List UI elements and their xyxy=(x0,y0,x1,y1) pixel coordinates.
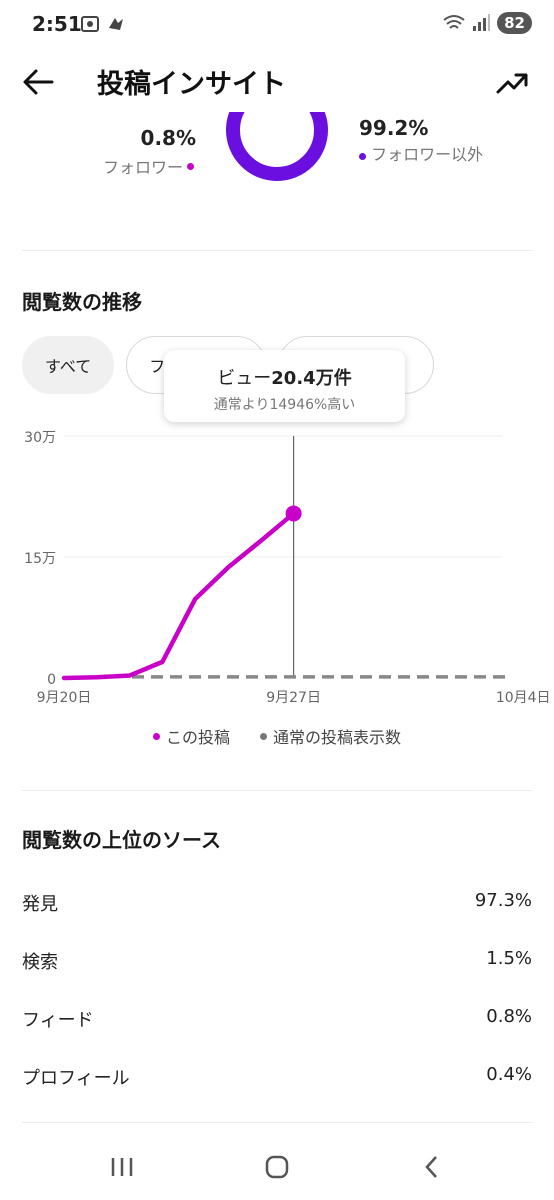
home-button[interactable] xyxy=(257,1152,297,1182)
source-value: 0.4% xyxy=(486,1064,532,1085)
non-followers-dot xyxy=(359,153,366,160)
app-bar: 投稿インサイト xyxy=(0,52,554,112)
status-notification-icons xyxy=(80,14,126,34)
legend-typical-label: 通常の投稿表示数 xyxy=(273,728,402,747)
legend-this-post-dot xyxy=(152,732,160,740)
non-followers-percent: 99.2% xyxy=(359,116,429,140)
divider xyxy=(22,790,532,791)
status-right-icons: 82 xyxy=(443,12,532,34)
chart-legend: この投稿 通常の投稿表示数 xyxy=(0,724,554,748)
app-notification-icon xyxy=(109,18,123,30)
chart-tooltip: ビュー20.4万件 通常より14946%高い xyxy=(164,350,405,422)
source-label: 検索 xyxy=(22,952,58,973)
source-label: プロフィール xyxy=(22,1068,130,1089)
source-label: 発見 xyxy=(22,894,58,915)
highlight-point xyxy=(285,505,302,522)
views-trend-title: 閲覧数の推移 xyxy=(22,290,142,314)
status-bar: 2:51 82 xyxy=(0,0,554,52)
followers-dot xyxy=(187,162,194,170)
back-chevron-icon xyxy=(425,1156,437,1178)
legend-typical: 通常の投稿表示数 xyxy=(260,724,401,748)
sources-title: 閲覧数の上位のソース xyxy=(22,828,221,852)
legend-this-post: この投稿 xyxy=(152,724,230,748)
tooltip-main: ビュー20.4万件 xyxy=(164,364,405,390)
status-time: 2:51 xyxy=(32,12,82,36)
back-button[interactable] xyxy=(20,64,56,100)
followers-label: フォロワー xyxy=(102,158,183,177)
source-label: フィード xyxy=(22,1010,94,1031)
followers-legend: フォロワー xyxy=(103,154,194,178)
tooltip-sub: 通常より14946%高い xyxy=(213,397,356,413)
system-nav-bar xyxy=(0,1130,554,1200)
divider xyxy=(22,1122,532,1123)
filter-chip-all[interactable]: すべて xyxy=(22,336,115,394)
x-tick-label: 9月20日 xyxy=(37,690,92,706)
x-tick-label: 9月27日 xyxy=(266,690,321,706)
back-nav-button[interactable] xyxy=(412,1152,452,1182)
recent-apps-icon xyxy=(111,1158,133,1176)
trend-button[interactable] xyxy=(494,64,530,100)
screenshot-icon xyxy=(81,16,99,32)
this-post-series-line xyxy=(61,511,296,681)
source-row: フィード 0.8% xyxy=(22,1006,532,1032)
non-followers-label: フォロワー以外 xyxy=(371,145,484,164)
divider xyxy=(22,250,532,251)
y-tick-label: 15万 xyxy=(24,551,56,567)
x-tick-label: 10月4日 xyxy=(496,690,551,706)
y-tick-label: 30万 xyxy=(24,430,56,446)
source-row: 検索 1.5% xyxy=(22,948,532,974)
trending-up-icon xyxy=(496,73,528,94)
legend-typical-dot xyxy=(260,732,267,740)
battery-indicator: 82 xyxy=(497,12,532,34)
page-title: 投稿インサイト xyxy=(97,69,286,100)
recent-apps-button[interactable] xyxy=(102,1152,142,1182)
source-row: 発見 97.3% xyxy=(22,890,532,916)
followers-percent: 0.8% xyxy=(140,126,196,150)
legend-this-post-label: この投稿 xyxy=(165,728,230,747)
arrow-left-icon xyxy=(23,69,54,95)
audience-breakdown: 0.8% フォロワー 99.2% フォロワー以外 xyxy=(0,112,554,252)
source-row: プロフィール 0.4% xyxy=(22,1064,532,1090)
tooltip-prefix: ビュー xyxy=(217,368,272,389)
home-icon xyxy=(265,1155,289,1179)
source-value: 97.3% xyxy=(474,890,532,911)
y-tick-label: 0 xyxy=(47,672,56,688)
wifi-icon xyxy=(443,15,465,29)
signal-icon xyxy=(473,14,491,31)
tooltip-value: 20.4万件 xyxy=(271,368,352,389)
audience-donut-chart xyxy=(226,112,328,181)
non-followers-legend: フォロワー以外 xyxy=(359,145,489,165)
source-value: 0.8% xyxy=(486,1006,532,1027)
views-line-chart: 30万 15万 0 9月20日 9月27日 10月4日 xyxy=(24,430,551,706)
source-value: 1.5% xyxy=(486,948,532,969)
